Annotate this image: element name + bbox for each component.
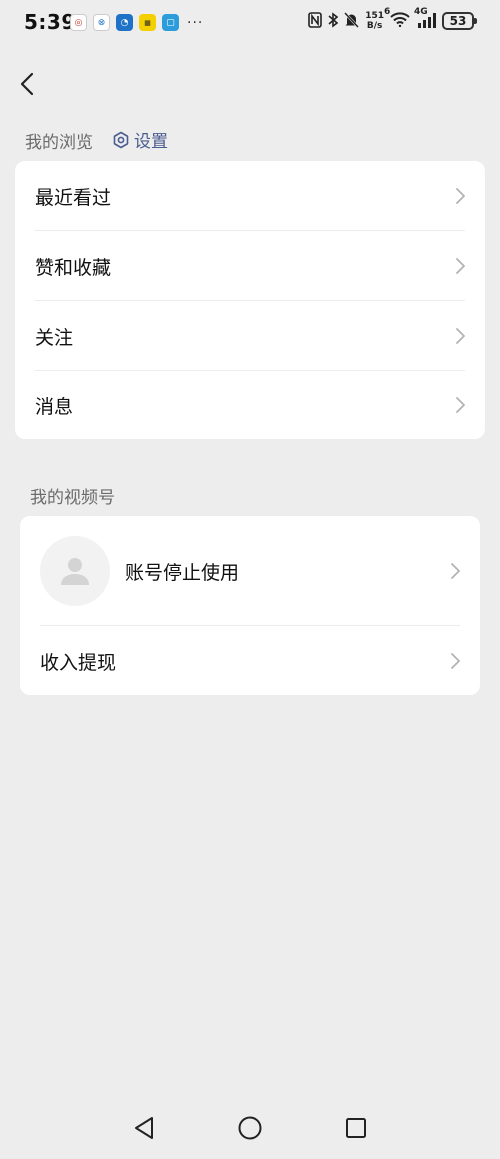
more-notifications-icon: ··· [187, 14, 204, 31]
list-item-messages[interactable]: 消息 [15, 370, 485, 440]
system-navigation-bar [0, 1099, 500, 1159]
list-item-label: 关注 [35, 326, 74, 349]
list-item-following[interactable]: 关注 [15, 301, 485, 371]
default-avatar-icon [61, 558, 89, 585]
battery-indicator: 53 [442, 12, 477, 30]
system-back-button[interactable] [131, 1115, 157, 1141]
wifi-icon: 6 [384, 8, 410, 30]
network-speed-unit: B/s [366, 21, 383, 31]
list-item-label: 赞和收藏 [35, 256, 112, 279]
chevron-right-icon [451, 563, 460, 579]
nfc-icon [308, 11, 323, 31]
status-bar: 5:39 ◎ ⊗ ◔ ▦ ▢ ··· 151 B/s 6 4G 53 [0, 0, 500, 46]
browser-app-icon: ⊗ [93, 14, 110, 31]
income-withdraw-label: 收入提现 [40, 651, 117, 674]
page: 5:39 ◎ ⊗ ◔ ▦ ▢ ··· 151 B/s 6 4G 53 我的浏览 … [0, 0, 500, 1159]
list-item-label: 最近看过 [35, 186, 112, 209]
settings-gear-icon [113, 131, 129, 148]
chevron-left-icon [20, 72, 34, 96]
settings-label: 设置 [134, 132, 168, 152]
list-item-recently-viewed[interactable]: 最近看过 [15, 161, 485, 231]
notification-icons: ◎ ⊗ ◔ ▦ ▢ ··· [70, 14, 203, 31]
cell-signal-icon: 4G [414, 7, 436, 31]
cyan-app-icon: ▢ [162, 14, 179, 31]
account-row[interactable]: 账号停止使用 [20, 516, 480, 626]
browse-section-title: 我的浏览 [25, 133, 93, 153]
income-withdraw-row[interactable]: 收入提现 [20, 626, 480, 696]
list-item-likes-favorites[interactable]: 赞和收藏 [15, 231, 485, 301]
square-recents-icon [346, 1118, 366, 1138]
chevron-right-icon [451, 653, 460, 669]
toyota-app-icon: ◎ [70, 14, 87, 31]
circle-home-icon [238, 1116, 262, 1140]
system-recents-button[interactable] [343, 1115, 369, 1141]
bluetooth-icon [328, 11, 339, 31]
network-speed: 151 B/s [365, 11, 384, 31]
system-home-button[interactable] [237, 1115, 263, 1141]
account-status-label: 账号停止使用 [125, 561, 240, 584]
cell-label: 4G [414, 6, 428, 17]
avatar [40, 536, 110, 606]
list-item-label: 消息 [35, 395, 74, 418]
status-time: 5:39 [24, 10, 76, 34]
back-button[interactable] [12, 66, 42, 102]
yellow-app-icon: ▦ [139, 14, 156, 31]
channels-card: 账号停止使用 收入提现 [20, 516, 480, 695]
settings-link[interactable]: 设置 [112, 127, 168, 152]
chevron-right-icon [456, 328, 465, 344]
chevron-right-icon [456, 258, 465, 274]
chevron-right-icon [456, 397, 465, 413]
channels-section-title: 我的视频号 [30, 488, 115, 508]
network-speed-value: 151 [365, 11, 384, 21]
chevron-right-icon [456, 188, 465, 204]
mute-bell-icon [344, 11, 360, 31]
browse-card: 最近看过 赞和收藏 关注 消息 [15, 161, 485, 439]
triangle-back-icon [135, 1117, 153, 1139]
system-icons: 151 B/s 6 4G 53 [308, 7, 477, 31]
blue-app-icon: ◔ [116, 14, 133, 31]
wifi-label: 6 [384, 7, 391, 17]
